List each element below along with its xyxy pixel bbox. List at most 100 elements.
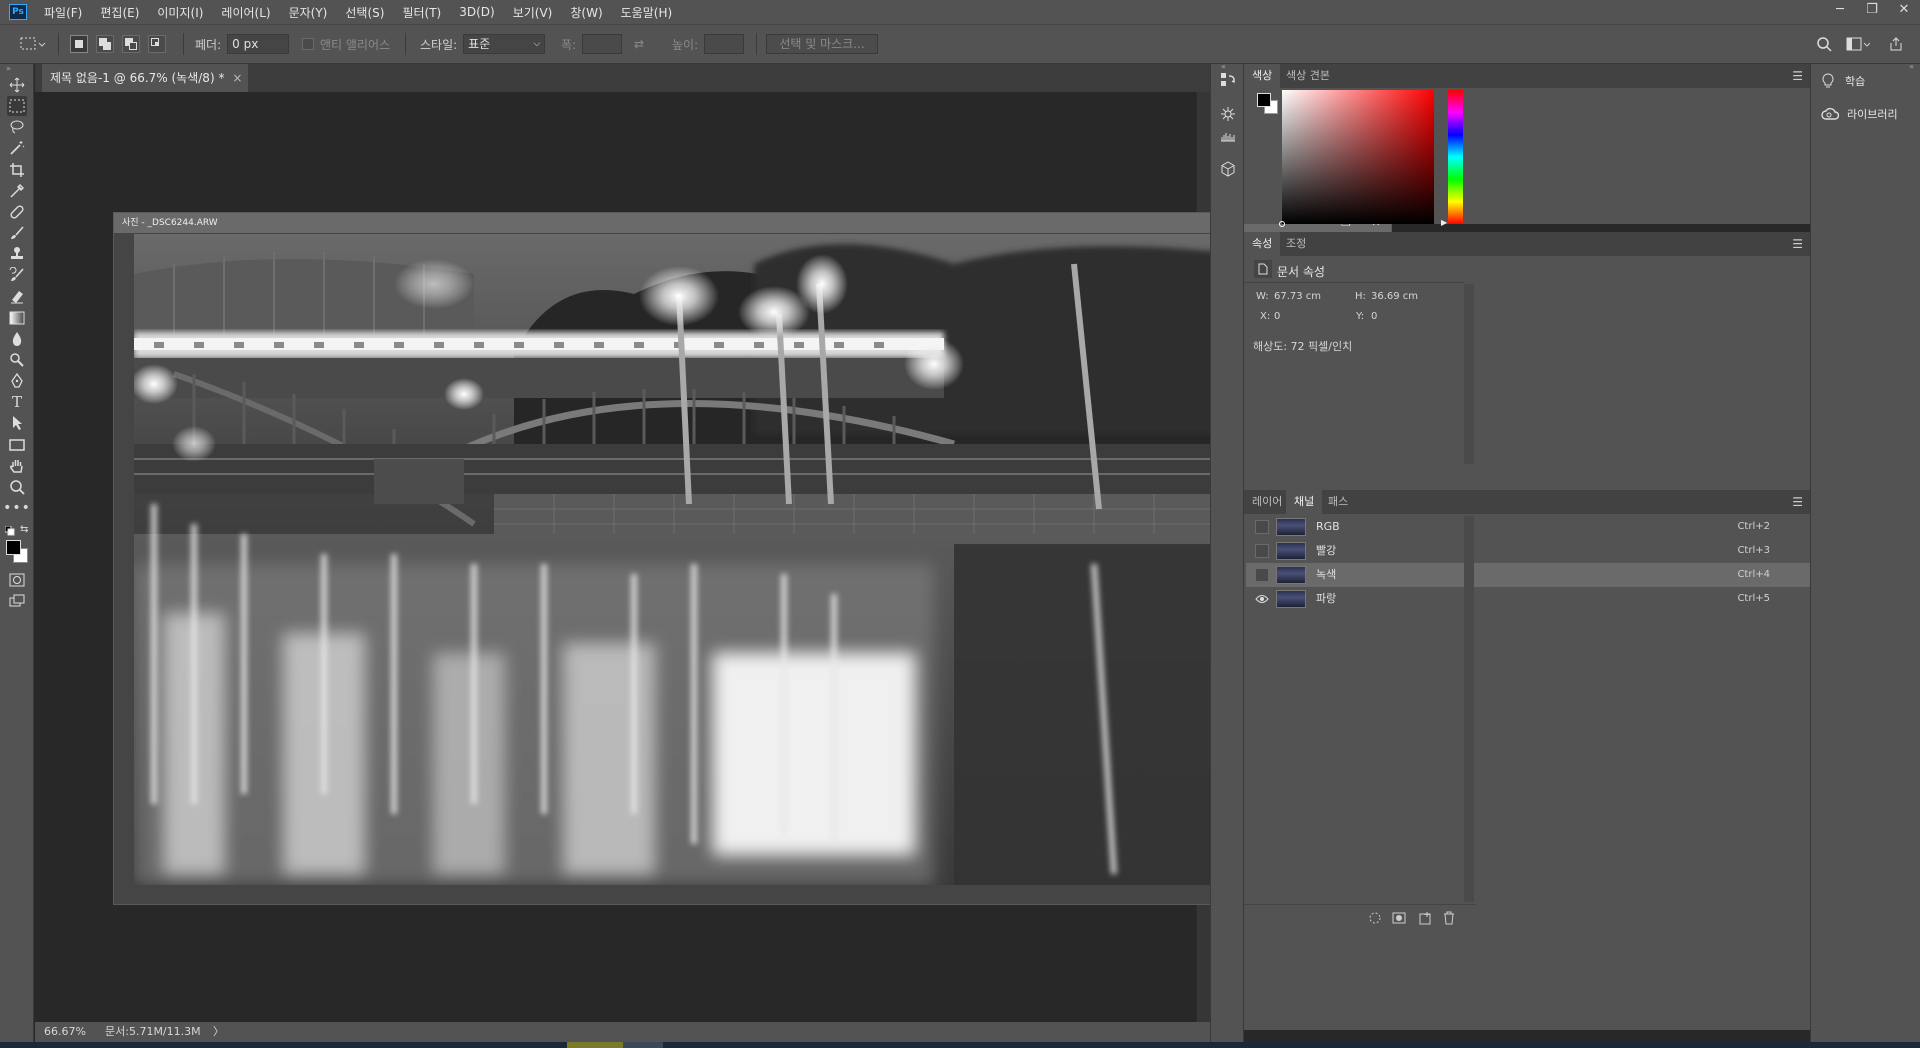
channel-row-red[interactable]: 빨강 Ctrl+3 — [1246, 539, 1810, 563]
intersect-selection-button[interactable] — [148, 35, 166, 53]
menu-select[interactable]: 선택(S) — [336, 4, 393, 21]
tab-paths[interactable]: 패스 — [1320, 490, 1356, 514]
height-value[interactable]: 36.69 cm — [1371, 291, 1418, 302]
eraser-tool-icon[interactable] — [7, 286, 27, 306]
close-button[interactable]: ✕ — [1888, 0, 1920, 24]
menu-type[interactable]: 문자(Y) — [280, 4, 337, 21]
tab-adjustments[interactable]: 조정 — [1278, 232, 1314, 256]
healing-brush-tool-icon[interactable] — [7, 202, 27, 222]
foreground-color-chip[interactable] — [1257, 93, 1271, 107]
path-selection-tool-icon[interactable] — [7, 413, 27, 433]
tab-color[interactable]: 색상 — [1244, 64, 1281, 88]
taskbar-item[interactable] — [623, 1042, 663, 1048]
tool-preset-picker[interactable] — [20, 25, 46, 63]
marquee-tool-icon[interactable] — [7, 96, 27, 116]
hue-slider[interactable] — [1448, 90, 1463, 224]
history-panel-icon[interactable] — [1219, 71, 1237, 89]
zoom-tool-icon[interactable] — [7, 477, 27, 497]
style-select[interactable]: 표준 ⌵ — [463, 34, 546, 54]
width-value[interactable]: 67.73 cm — [1274, 291, 1321, 302]
default-colors-icon[interactable] — [4, 525, 15, 539]
channel-row-rgb[interactable]: RGB Ctrl+2 — [1246, 515, 1810, 539]
visibility-toggle[interactable] — [1255, 544, 1269, 558]
magic-wand-tool-icon[interactable] — [7, 138, 27, 158]
save-selection-icon[interactable] — [1392, 911, 1406, 928]
new-selection-button[interactable] — [70, 35, 88, 53]
menu-view[interactable]: 보기(V) — [504, 4, 562, 21]
swap-colors-icon[interactable]: ⇆ — [20, 524, 28, 535]
clone-stamp-tool-icon[interactable] — [7, 244, 27, 264]
eye-icon[interactable] — [1255, 592, 1269, 606]
color-field[interactable] — [1279, 90, 1434, 227]
rectangle-tool-icon[interactable] — [7, 435, 27, 455]
visibility-toggle[interactable] — [1255, 568, 1269, 582]
histogram-icon[interactable] — [1219, 126, 1237, 144]
channel-row-green[interactable]: 녹색 Ctrl+4 — [1246, 563, 1810, 587]
new-channel-icon[interactable] — [1418, 911, 1432, 928]
swap-dimensions-icon[interactable]: ⇄ — [634, 25, 644, 63]
subtract-selection-button[interactable] — [122, 35, 140, 53]
collapse-arrows-icon[interactable]: « — [1909, 62, 1914, 71]
screen-mode-icon[interactable] — [7, 591, 27, 611]
width-input[interactable] — [582, 34, 623, 54]
type-tool-icon[interactable]: T — [7, 392, 27, 412]
trash-icon[interactable] — [1442, 911, 1456, 928]
eyedropper-tool-icon[interactable] — [7, 181, 27, 201]
select-and-mask-button[interactable]: 선택 및 마스크... — [766, 34, 878, 54]
taskbar-item[interactable] — [567, 1042, 623, 1048]
gradient-tool-icon[interactable] — [7, 308, 27, 328]
pen-tool-icon[interactable] — [7, 371, 27, 391]
tab-swatches[interactable]: 색상 견본 — [1278, 64, 1338, 88]
feather-input[interactable]: 0 px — [227, 34, 290, 54]
brush-tool-icon[interactable] — [7, 223, 27, 243]
collapse-arrows-icon[interactable]: » — [6, 64, 11, 73]
menu-file[interactable]: 파일(F) — [35, 4, 91, 21]
brush-settings-icon[interactable] — [1219, 105, 1237, 123]
menu-layer[interactable]: 레이어(L) — [212, 4, 279, 21]
foreground-color-swatch[interactable] — [6, 540, 21, 555]
channel-row-blue[interactable]: 파랑 Ctrl+5 — [1246, 587, 1810, 611]
quick-mask-icon[interactable] — [7, 570, 27, 590]
lasso-tool-icon[interactable] — [7, 117, 27, 137]
menu-filter[interactable]: 필터(T) — [393, 4, 450, 21]
collapse-arrows-icon[interactable]: « — [1221, 62, 1226, 71]
history-brush-tool-icon[interactable] — [7, 265, 27, 285]
restore-button[interactable]: ❐ — [1856, 0, 1888, 24]
menu-edit[interactable]: 편집(E) — [91, 4, 148, 21]
blur-tool-icon[interactable] — [7, 329, 27, 349]
3d-panel-icon[interactable] — [1219, 160, 1237, 178]
crop-tool-icon[interactable] — [7, 160, 27, 180]
workspace-icon[interactable] — [1846, 25, 1870, 63]
x-value[interactable]: 0 — [1274, 311, 1280, 322]
menu-image[interactable]: 이미지(I) — [148, 4, 212, 21]
color-picker-cursor[interactable] — [1279, 221, 1285, 227]
load-selection-icon[interactable] — [1368, 911, 1382, 928]
panel-menu-icon[interactable]: ☰ — [1792, 70, 1803, 82]
learn-button[interactable]: 학습 — [1821, 68, 1865, 94]
height-input[interactable] — [704, 34, 745, 54]
libraries-button[interactable]: 라이브러리 — [1821, 101, 1898, 127]
zoom-level[interactable]: 66.67% — [44, 1022, 86, 1042]
visibility-toggle[interactable] — [1255, 520, 1269, 534]
panel-menu-icon[interactable]: ☰ — [1792, 496, 1803, 508]
hand-tool-icon[interactable] — [7, 456, 27, 476]
minimize-button[interactable]: ─ — [1824, 0, 1856, 24]
tab-layers[interactable]: 레이어 — [1244, 490, 1290, 514]
menu-window[interactable]: 창(W) — [561, 4, 611, 21]
document-tab[interactable]: 제목 없음-1 @ 66.7% (녹색/8) * × — [42, 64, 249, 92]
more-tools-icon[interactable]: ••• — [3, 498, 30, 518]
menu-3d[interactable]: 3D(D) — [450, 5, 503, 19]
panel-menu-icon[interactable]: ☰ — [1792, 238, 1803, 250]
properties-scrollbar[interactable] — [1464, 284, 1474, 464]
share-icon[interactable] — [1888, 25, 1904, 63]
tab-properties[interactable]: 속성 — [1244, 232, 1281, 256]
hue-slider-handle-icon[interactable]: ▶ — [1441, 218, 1447, 227]
status-expand-icon[interactable]: 〉 — [213, 1022, 224, 1042]
dodge-tool-icon[interactable] — [7, 350, 27, 370]
channels-scrollbar[interactable] — [1464, 516, 1474, 902]
add-selection-button[interactable] — [96, 35, 114, 53]
photo-viewer-titlebar[interactable]: 사진 - _DSC6244.ARW — [114, 213, 1391, 233]
search-icon[interactable] — [1816, 25, 1832, 63]
move-tool-icon[interactable] — [7, 75, 27, 95]
y-value[interactable]: 0 — [1371, 311, 1377, 322]
